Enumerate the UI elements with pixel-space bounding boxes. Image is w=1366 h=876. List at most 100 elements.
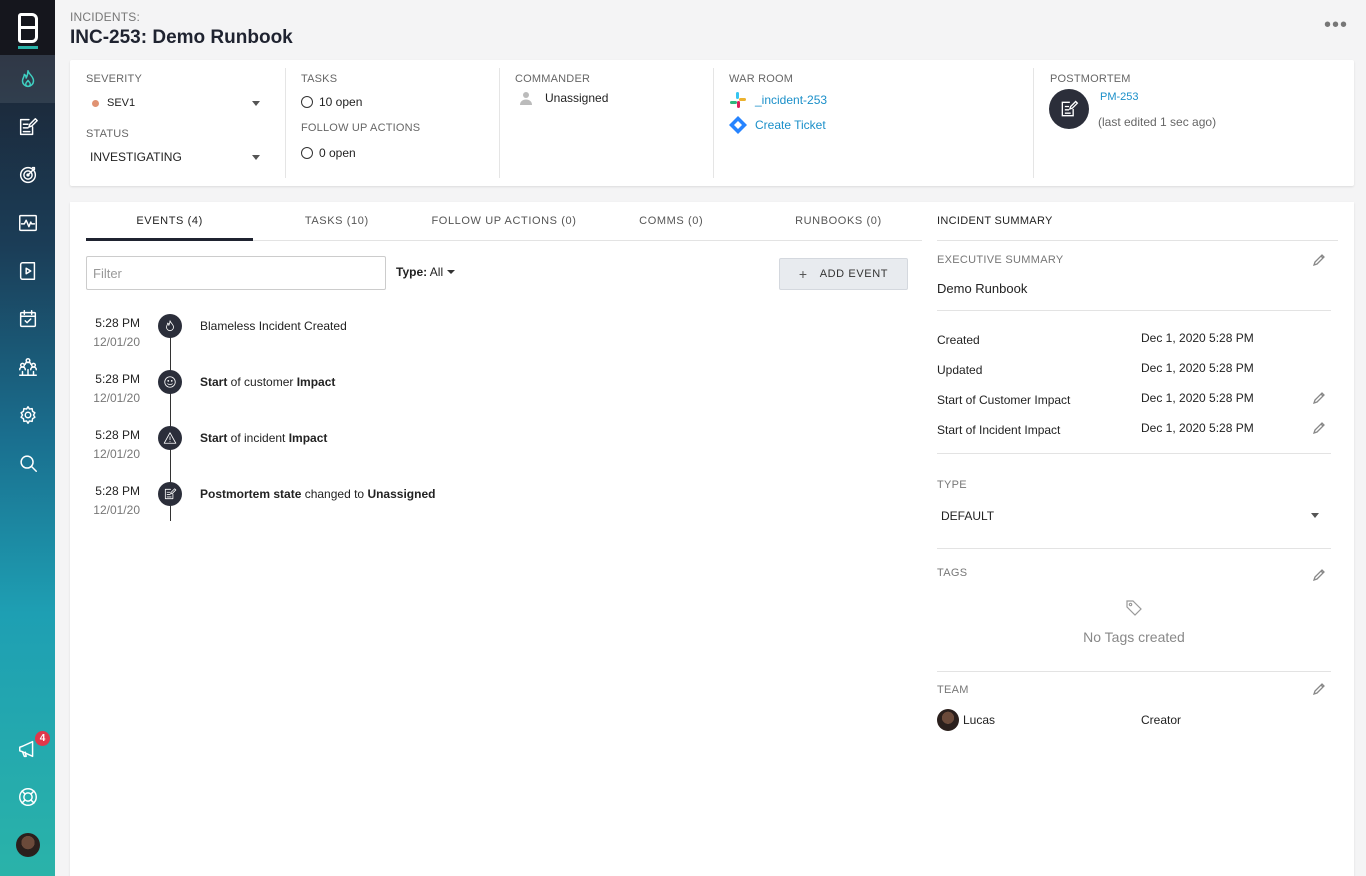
warroom-label: WAR ROOM: [729, 73, 794, 85]
nav-profile[interactable]: [0, 821, 55, 869]
severity-label: SEVERITY: [86, 73, 143, 85]
pencil-icon[interactable]: [1312, 253, 1326, 267]
team-member[interactable]: Lucas: [937, 709, 995, 731]
event-time: 5:28 PM: [95, 484, 140, 498]
more-options-button[interactable]: •••: [1324, 14, 1348, 37]
edit-document-icon: [1061, 100, 1079, 117]
postmortem-avatar: [1049, 89, 1089, 129]
chevron-down-icon: [1311, 513, 1319, 518]
summary-row-label: Updated: [937, 363, 983, 377]
pencil-icon[interactable]: [1312, 568, 1326, 582]
pulse-icon: [18, 214, 37, 232]
tab-runbooks[interactable]: RUNBOOKS (0): [755, 202, 922, 240]
incident-tabs: EVENTS (4) TASKS (10) FOLLOW UP ACTIONS …: [86, 202, 922, 241]
nav-help[interactable]: [0, 773, 55, 821]
type-filter-dropdown[interactable]: Type: All: [396, 265, 456, 279]
tab-follow-up-actions[interactable]: FOLLOW UP ACTIONS (0): [420, 202, 587, 240]
search-icon: [19, 455, 37, 472]
breadcrumb[interactable]: INCIDENTS:: [70, 10, 293, 24]
event-text: Postmortem state changed to Unassigned: [200, 487, 436, 501]
caret-down-icon: [447, 270, 456, 274]
filter-input[interactable]: [86, 256, 386, 290]
event-time: 5:28 PM: [95, 316, 140, 330]
nav-incidents[interactable]: [0, 55, 55, 103]
event-date: 12/01/20: [93, 335, 140, 349]
nav-teams[interactable]: [0, 343, 55, 391]
add-event-button[interactable]: + ADD EVENT: [779, 258, 908, 290]
target-icon: [19, 166, 36, 184]
incident-summary-panel: INCIDENT SUMMARY EXECUTIVE SUMMARY Demo …: [937, 202, 1338, 731]
member-avatar: [937, 709, 959, 731]
followup-open-link[interactable]: 0 open: [301, 146, 499, 160]
slack-channel-text: _incident-253: [755, 93, 828, 107]
flame-icon: [21, 70, 34, 88]
timeline-event[interactable]: 5:28 PM 12/01/20 Start of customer Impac…: [86, 370, 906, 426]
followup-open-count: 0 open: [319, 146, 356, 160]
severity-select[interactable]: SEV1: [86, 93, 262, 113]
postmortem-edited: (last edited 1 sec ago): [1098, 115, 1217, 129]
team-member-name: Lucas: [963, 713, 996, 727]
timeline-event[interactable]: 5:28 PM 12/01/20 Blameless Incident Crea…: [86, 314, 906, 370]
notification-badge: 4: [35, 731, 50, 746]
nav-slo[interactable]: [0, 151, 55, 199]
event-text: Start of customer Impact: [200, 375, 336, 389]
event-time: 5:28 PM: [95, 428, 140, 442]
create-ticket-link[interactable]: Create Ticket: [729, 116, 1034, 134]
edit-document-icon: [19, 118, 38, 136]
person-icon: [520, 92, 532, 105]
commander-label: COMMANDER: [515, 73, 591, 85]
slack-channel-link[interactable]: _incident-253: [729, 91, 1034, 109]
event-icon-wrap: [158, 426, 182, 450]
type-value: DEFAULT: [941, 509, 995, 523]
nav-postmortems[interactable]: [0, 103, 55, 151]
nav-calendar[interactable]: [0, 295, 55, 343]
play-book-icon: [19, 262, 35, 280]
incident-detail-card: EVENTS (4) TASKS (10) FOLLOW UP ACTIONS …: [70, 202, 1354, 876]
tasks-open-link[interactable]: 10 open: [301, 95, 499, 109]
plus-icon: +: [798, 266, 808, 282]
user-avatar: [15, 833, 40, 857]
summary-row-label: Start of Incident Impact: [937, 423, 1061, 437]
tab-events[interactable]: EVENTS (4): [86, 202, 254, 241]
postmortem-icon: [164, 488, 177, 500]
tag-icon: [1126, 600, 1142, 616]
type-filter-label: Type:: [396, 265, 428, 279]
nav-settings[interactable]: [0, 391, 55, 439]
team-icon: [18, 358, 37, 376]
smiley-icon: [164, 376, 176, 388]
event-time: 5:28 PM: [95, 372, 140, 386]
calendar-check-icon: [19, 310, 36, 328]
nav-runbooks[interactable]: [0, 247, 55, 295]
type-select[interactable]: DEFAULT: [937, 504, 1331, 526]
event-icon-wrap: [158, 314, 182, 338]
blameless-logo[interactable]: [0, 0, 55, 55]
type-label: TYPE: [937, 479, 967, 491]
chevron-down-icon: [252, 101, 260, 106]
event-text: Blameless Incident Created: [200, 319, 347, 333]
commander-select[interactable]: Unassigned: [515, 91, 713, 105]
event-text: Start of incident Impact: [200, 431, 328, 445]
add-event-label: ADD EVENT: [819, 268, 889, 280]
nav-search[interactable]: [0, 439, 55, 487]
incident-overview-card: SEVERITY SEV1 STATUS INVESTIGATING TASKS…: [70, 60, 1354, 186]
page-header: INCIDENTS: INC-253: Demo Runbook: [70, 10, 293, 49]
pencil-icon[interactable]: [1312, 391, 1326, 405]
tab-tasks[interactable]: TASKS (10): [253, 202, 420, 240]
pencil-icon[interactable]: [1312, 421, 1326, 435]
status-value: INVESTIGATING: [90, 150, 182, 164]
severity-status-section: SEVERITY SEV1 STATUS INVESTIGATING: [86, 60, 286, 186]
tasks-label: TASKS: [301, 73, 338, 85]
timeline-event[interactable]: 5:28 PM 12/01/20 Postmortem state change…: [86, 482, 906, 538]
postmortem-section: POSTMORTEM PM-253 (last edited 1 sec ago…: [1033, 60, 1354, 186]
postmortem-link[interactable]: PM-253: [1100, 91, 1139, 103]
summary-row-value: Dec 1, 2020 5:28 PM: [1141, 421, 1254, 435]
event-date: 12/01/20: [93, 503, 140, 517]
nav-monitoring[interactable]: [0, 199, 55, 247]
pencil-icon[interactable]: [1312, 682, 1326, 696]
event-date: 12/01/20: [93, 447, 140, 461]
status-select[interactable]: INVESTIGATING: [86, 147, 262, 167]
tab-comms[interactable]: COMMS (0): [588, 202, 755, 240]
nav-announcements[interactable]: 4: [0, 725, 55, 773]
timeline-event[interactable]: 5:28 PM 12/01/20 Start of incident Impac…: [86, 426, 906, 482]
gear-icon: [19, 406, 36, 424]
